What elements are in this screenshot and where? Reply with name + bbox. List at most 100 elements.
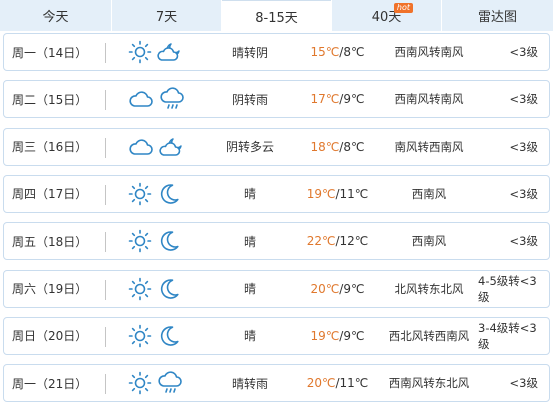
weather-description: 晴转雨 (231, 376, 268, 391)
low-temperature: /9℃ (339, 92, 365, 107)
high-temperature: 20℃ (306, 376, 336, 391)
high-temperature: 22℃ (306, 234, 336, 249)
weather-icons (128, 318, 188, 354)
weather-description: 晴 (243, 234, 256, 249)
wind-direction: 西北风转西南风 (388, 328, 470, 343)
wind-direction: 西南风转南风 (394, 45, 464, 59)
tab-radar-label: 雷达图 (477, 10, 517, 25)
tab-7days-label: 7天 (155, 10, 178, 25)
forecast-row: 周一（14日） 晴转阴 15℃/8℃ 西南风转南风 <3级 (3, 33, 550, 71)
sun-icon (128, 229, 152, 253)
forecast-row: 周日（20日） 晴 19℃/9℃ 西北风转西南风 3-4级转<3级 (3, 316, 550, 355)
wind-direction: 西南风 (411, 186, 447, 201)
weather-icons (128, 129, 188, 165)
weather-description: 晴 (243, 329, 256, 344)
divider (105, 137, 106, 158)
moon-icon (157, 229, 181, 253)
low-temperature: /11℃ (335, 376, 369, 391)
wind-level: <3级 (509, 139, 538, 154)
weather-icons (128, 271, 188, 307)
wind-direction: 南风转西南风 (394, 139, 464, 154)
wind-direction: 西南风转南风 (394, 92, 464, 107)
temperature: 17℃/9℃ (300, 81, 375, 117)
cloud-icon (128, 87, 154, 111)
wind-direction: 北风转东北风 (394, 281, 464, 296)
date-label: 周三（16日） (12, 140, 88, 155)
tab-8-15days-label: 8-15天 (255, 10, 298, 26)
forecast-row: 周五（18日） 晴 22℃/12℃ 西南风 <3级 (3, 222, 550, 261)
low-temperature: /8℃ (339, 139, 365, 154)
forecast-row: 周三（16日） 阴转多云 18℃/8℃ 南风转西南风 <3级 (3, 127, 550, 166)
high-temperature: 19℃ (310, 328, 340, 343)
temperature: 15℃/8℃ (300, 34, 375, 70)
date-label: 周六（19日） (12, 282, 88, 296)
rain-icon (157, 371, 183, 395)
weather-icons (128, 223, 188, 259)
weather-description: 晴转阴 (231, 45, 268, 60)
sun-icon (128, 324, 152, 348)
low-temperature: /8℃ (339, 45, 365, 59)
high-temperature: 19℃ (306, 186, 336, 201)
temperature: 19℃/9℃ (300, 318, 375, 354)
cloudy-night-icon (157, 40, 183, 64)
date-label: 周日（20日） (12, 329, 88, 344)
cloudy-night-icon (159, 135, 185, 159)
divider (105, 232, 106, 253)
wind-level: <3级 (509, 376, 538, 391)
wind-level: 3-4级转<3级 (478, 320, 537, 351)
forecast-row: 周六（19日） 晴 20℃/9℃ 北风转东北风 4-5级转<3级 (3, 269, 550, 308)
weather-icons (128, 176, 188, 212)
wind-level: <3级 (509, 234, 538, 249)
weather-description: 晴 (243, 187, 256, 202)
weather-icons (128, 81, 188, 117)
tab-8-15days[interactable]: 8-15天 (222, 0, 331, 31)
wind-direction: 西南风转东北风 (388, 376, 470, 391)
forecast-row: 周一（21日） 晴转雨 20℃/11℃ 西南风转东北风 <3级 (3, 364, 550, 403)
temperature: 18℃/8℃ (300, 129, 375, 165)
divider (105, 374, 106, 395)
tab-radar[interactable]: 雷达图 (442, 0, 553, 31)
divider (105, 43, 106, 63)
low-temperature: /11℃ (335, 186, 369, 201)
date-label: 周四（17日） (12, 187, 88, 202)
low-temperature: /12℃ (335, 234, 369, 249)
weather-description: 阴转多云 (225, 140, 274, 155)
sun-icon (128, 277, 152, 301)
high-temperature: 18℃ (310, 139, 340, 154)
wind-direction: 西南风 (411, 234, 447, 249)
high-temperature: 15℃ (310, 45, 340, 59)
temperature: 22℃/12℃ (300, 223, 375, 259)
temperature: 20℃/9℃ (300, 271, 375, 307)
moon-icon (157, 277, 181, 301)
tab-today[interactable]: 今天 (0, 0, 111, 31)
moon-icon (157, 324, 181, 348)
date-label: 周二（15日） (12, 92, 88, 107)
weather-description: 阴转雨 (231, 92, 268, 107)
tab-40days[interactable]: 40天 hot (332, 0, 441, 31)
hot-badge: hot (393, 3, 413, 13)
wind-level: <3级 (509, 92, 538, 107)
wind-level: 4-5级转<3级 (478, 273, 537, 304)
cloud-icon (128, 135, 154, 159)
wind-level: <3级 (509, 186, 538, 201)
rain-icon (159, 87, 185, 111)
forecast-tabs: 今天 7天 8-15天 40天 hot 雷达图 (0, 0, 553, 31)
temperature: 19℃/11℃ (300, 176, 375, 212)
wind-level: <3级 (509, 45, 538, 59)
divider (105, 184, 106, 205)
sun-icon (128, 371, 152, 395)
low-temperature: /9℃ (339, 281, 365, 296)
divider (105, 326, 106, 347)
sun-icon (128, 182, 152, 206)
divider (105, 90, 106, 111)
temperature: 20℃/11℃ (300, 365, 375, 401)
tab-7days[interactable]: 7天 (112, 0, 221, 31)
tab-today-label: 今天 (42, 10, 69, 25)
weather-icons (128, 365, 188, 401)
weather-description: 晴 (243, 282, 256, 296)
sun-icon (128, 40, 152, 64)
forecast-row: 周四（17日） 晴 19℃/11℃ 西南风 <3级 (3, 174, 550, 213)
weather-icons (128, 34, 188, 70)
forecast-row: 周二（15日） 阴转雨 17℃/9℃ 西南风转南风 <3级 (3, 80, 550, 119)
low-temperature: /9℃ (339, 328, 365, 343)
